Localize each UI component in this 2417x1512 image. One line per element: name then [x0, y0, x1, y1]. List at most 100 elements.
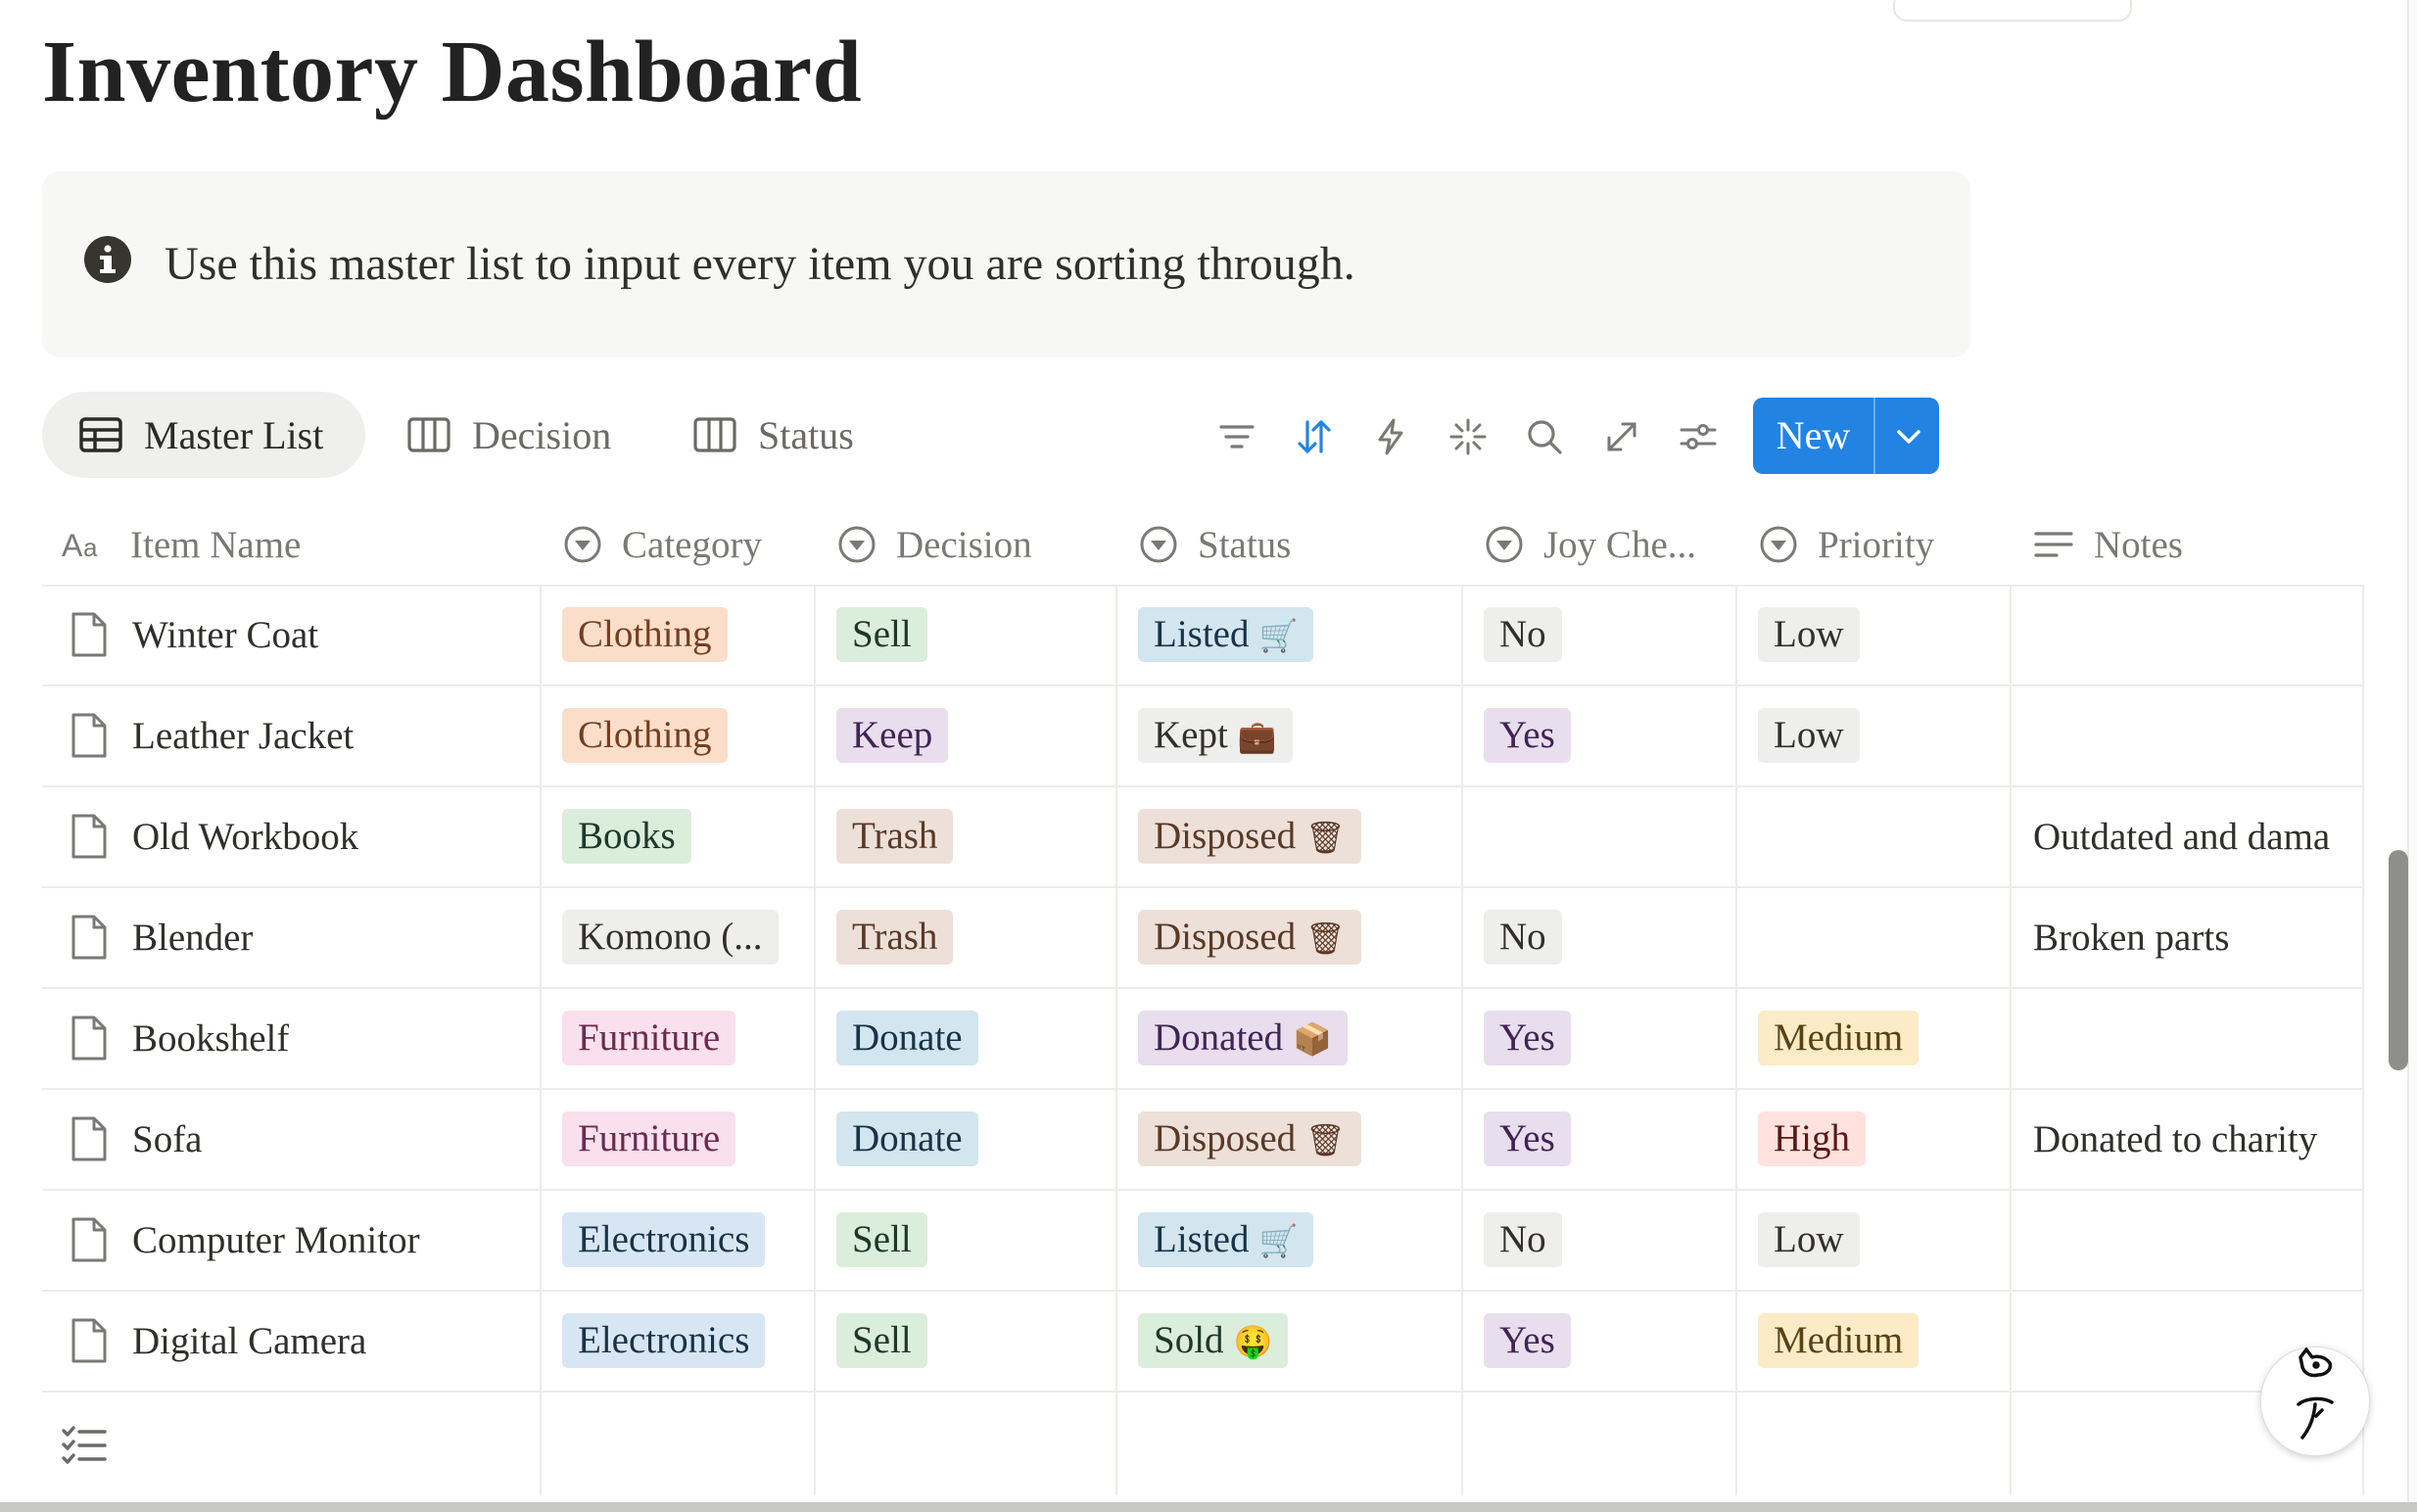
decision-cell[interactable]: Donate [836, 988, 978, 1088]
info-icon [84, 236, 131, 283]
scrollbar-track[interactable] [2407, 0, 2417, 1512]
search-icon[interactable] [1525, 417, 1564, 456]
column-header-category[interactable]: Category [563, 504, 762, 585]
joy-cell[interactable]: Yes [1484, 1291, 1571, 1391]
joy-cell[interactable]: No [1484, 585, 1562, 685]
item-name-cell[interactable]: Digital Camera [70, 1291, 366, 1391]
joy-cell[interactable]: Yes [1484, 685, 1571, 785]
help-button[interactable] [2260, 1347, 2370, 1456]
decision-cell[interactable]: Keep [836, 685, 949, 785]
item-name-cell[interactable]: Sofa [70, 1089, 203, 1189]
decision-tag: Keep [836, 708, 949, 763]
priority-cell[interactable]: Low [1758, 685, 1860, 785]
trash-can-icon: 🗑 [1305, 920, 1346, 957]
category-cell[interactable]: Clothing [562, 585, 728, 685]
top-right-control[interactable] [1893, 0, 2132, 22]
table-row[interactable]: Old Workbook Books Trash Disposed 🗑 Outda… [42, 786, 2363, 888]
item-name: Digital Camera [132, 1319, 367, 1362]
notes-cell[interactable]: Donated to charity [2033, 1089, 2395, 1189]
item-name: Winter Coat [132, 613, 319, 656]
settings-icon[interactable] [1679, 417, 1718, 456]
notes-cell[interactable]: Broken parts [2033, 887, 2395, 987]
briefcase-icon: 💼 [1237, 718, 1277, 755]
priority-cell[interactable]: Medium [1758, 1291, 1919, 1391]
decision-cell[interactable]: Sell [836, 1291, 927, 1391]
decision-cell[interactable]: Sell [836, 585, 927, 685]
decision-cell[interactable]: Trash [836, 786, 954, 886]
item-name-cell[interactable]: Bookshelf [70, 988, 289, 1088]
scrollbar-thumb[interactable] [2389, 850, 2408, 1070]
joy-cell[interactable]: Yes [1484, 988, 1571, 1088]
status-cell[interactable]: Sold 🤑 [1138, 1291, 1289, 1391]
status-cell[interactable]: Listed 🛒 [1138, 1190, 1314, 1290]
tab-status[interactable]: Status [693, 392, 854, 478]
category-cell[interactable]: Electronics [562, 1190, 766, 1290]
automation-icon[interactable] [1371, 417, 1410, 456]
decision-cell[interactable]: Sell [836, 1190, 927, 1290]
joy-tag: Yes [1484, 1011, 1571, 1065]
table-row[interactable]: Computer Monitor Electronics Sell Listed… [42, 1190, 2363, 1292]
item-name-cell[interactable]: Computer Monitor [70, 1190, 420, 1290]
category-cell[interactable]: Electronics [562, 1291, 766, 1391]
table-row[interactable]: Blender Komono (... Trash Disposed 🗑 No B… [42, 887, 2363, 989]
status-cell[interactable]: Disposed 🗑 [1138, 887, 1361, 987]
page-icon [71, 814, 107, 859]
decision-cell[interactable]: Donate [836, 1089, 978, 1189]
page-icon [71, 915, 107, 960]
checklist-icon[interactable] [62, 1425, 107, 1466]
priority-cell[interactable]: Low [1758, 1190, 1860, 1290]
category-cell[interactable]: Books [562, 786, 691, 886]
page-icon [71, 1217, 107, 1262]
category-cell[interactable]: Furniture [562, 1089, 736, 1189]
tab-decision[interactable]: Decision [407, 392, 611, 478]
joy-cell[interactable]: No [1484, 1190, 1562, 1290]
table-row[interactable]: Winter Coat Clothing Sell Listed 🛒 No Low [42, 585, 2363, 686]
category-cell[interactable]: Furniture [562, 988, 736, 1088]
notes-cell[interactable]: Outdated and dama [2033, 786, 2395, 886]
joy-tag: Yes [1484, 708, 1571, 763]
new-button[interactable]: New [1753, 398, 1873, 474]
table-row[interactable]: Digital Camera Electronics Sell Sold 🤑 Ye… [42, 1291, 2363, 1393]
status-cell[interactable]: Disposed 🗑 [1138, 786, 1361, 886]
category-cell[interactable]: Clothing [562, 685, 728, 785]
chevron-down-icon[interactable] [1891, 419, 1926, 454]
tab-master-list[interactable]: Master List [42, 392, 365, 478]
joy-cell[interactable]: Yes [1484, 1089, 1571, 1189]
column-header-decision[interactable]: Decision [837, 504, 1032, 585]
page-icon [71, 713, 107, 758]
notes-cell[interactable] [2033, 988, 2395, 1088]
column-header-status[interactable]: Status [1139, 504, 1291, 585]
status-cell[interactable]: Donated 📦 [1138, 988, 1348, 1088]
item-name-cell[interactable]: Winter Coat [70, 585, 318, 685]
select-icon [564, 526, 601, 563]
table-row[interactable]: Leather Jacket Clothing Keep Kept 💼 Yes L… [42, 685, 2363, 787]
callout-text: Use this master list to input every item… [165, 238, 1355, 290]
expand-icon[interactable] [1602, 417, 1641, 456]
column-header-item-name[interactable]: A a Item Name [62, 504, 301, 585]
sort-icon[interactable] [1295, 417, 1334, 456]
table-row[interactable]: Sofa Furniture Donate Disposed 🗑 Yes High… [42, 1089, 2363, 1191]
item-name-cell[interactable]: Blender [70, 887, 253, 987]
status-cell[interactable]: Listed 🛒 [1138, 585, 1314, 685]
column-header-notes[interactable]: Notes [2033, 504, 2183, 585]
column-header-priority[interactable]: Priority [1759, 504, 1934, 585]
status-cell[interactable]: Disposed 🗑 [1138, 1089, 1361, 1189]
table-row[interactable]: Bookshelf Furniture Donate Donated 📦 Yes … [42, 988, 2363, 1090]
column-header-joy-check[interactable]: Joy Che... [1485, 504, 1696, 585]
ai-sparkle-icon[interactable] [1448, 417, 1488, 456]
horizontal-scrollbar[interactable] [0, 1502, 2417, 1512]
status-cell[interactable]: Kept 💼 [1138, 685, 1293, 785]
priority-cell[interactable]: High [1758, 1089, 1866, 1189]
item-name-cell[interactable]: Leather Jacket [70, 685, 354, 785]
notes-cell[interactable] [2033, 685, 2395, 785]
decision-cell[interactable]: Trash [836, 887, 954, 987]
filter-icon[interactable] [1217, 417, 1256, 456]
priority-cell[interactable]: Low [1758, 585, 1860, 685]
category-cell[interactable]: Komono (... [562, 887, 779, 987]
notes-cell[interactable] [2033, 1190, 2395, 1290]
item-name-cell[interactable]: Old Workbook [70, 786, 358, 886]
joy-cell[interactable]: No [1484, 887, 1562, 987]
priority-cell[interactable]: Medium [1758, 988, 1919, 1088]
column-label: Notes [2094, 523, 2183, 566]
notes-cell[interactable] [2033, 585, 2395, 685]
